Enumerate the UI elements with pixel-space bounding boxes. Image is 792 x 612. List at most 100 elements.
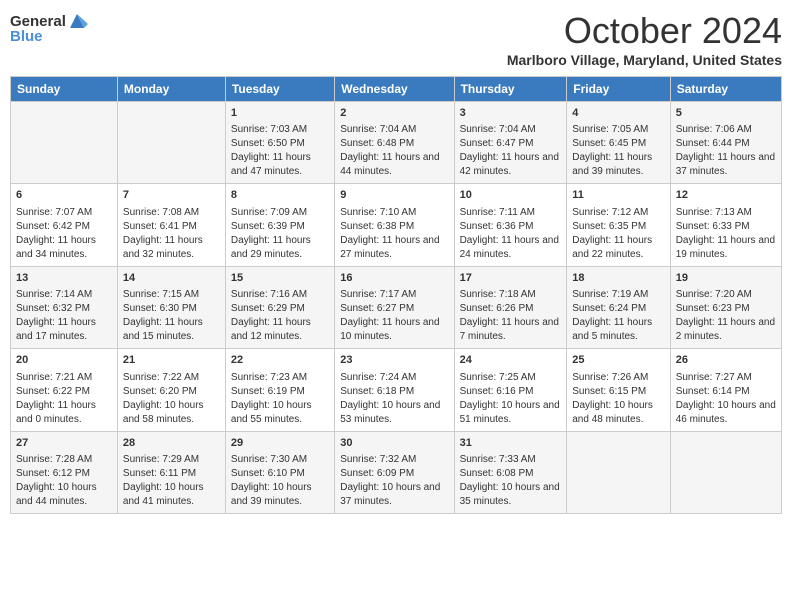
logo: General Blue xyxy=(10,10,88,45)
day-number: 26 xyxy=(676,353,776,368)
day-number: 30 xyxy=(340,436,448,451)
table-row: 18 Sunrise: 7:19 AMSunset: 6:24 PMDayligh… xyxy=(567,266,670,348)
table-row: 20 Sunrise: 7:21 AMSunset: 6:22 PMDayligh… xyxy=(11,349,118,431)
logo-icon xyxy=(66,10,88,32)
table-row: 9 Sunrise: 7:10 AMSunset: 6:38 PMDaylight… xyxy=(335,184,454,266)
table-row: 11 Sunrise: 7:12 AMSunset: 6:35 PMDayligh… xyxy=(567,184,670,266)
day-info: Sunrise: 7:10 AMSunset: 6:38 PMDaylight:… xyxy=(340,206,448,262)
table-row: 16Sunrise: 7:17 AMSunset: 6:27 PMDayligh… xyxy=(335,266,454,348)
day-number: 18 xyxy=(572,271,664,286)
day-number: 20 xyxy=(16,353,112,368)
day-number: 4 xyxy=(572,106,664,121)
day-number: 3 xyxy=(460,106,562,121)
day-number: 25 xyxy=(572,353,664,368)
day-number: 24 xyxy=(460,353,562,368)
header-tuesday: Tuesday xyxy=(225,77,334,102)
day-number: 5 xyxy=(676,106,776,121)
day-info: Sunrise: 7:07 AMSunset: 6:42 PMDaylight:… xyxy=(16,206,112,262)
header-wednesday: Wednesday xyxy=(335,77,454,102)
title-block: October 2024 Marlboro Village, Maryland,… xyxy=(507,10,782,68)
day-number: 22 xyxy=(231,353,329,368)
table-row: 1Sunrise: 7:03 AMSunset: 6:50 PMDaylight… xyxy=(225,102,334,184)
day-info: Sunrise: 7:18 AMSunset: 6:26 PMDaylight:… xyxy=(460,288,562,344)
day-number: 21 xyxy=(123,353,220,368)
day-number: 11 xyxy=(572,188,664,203)
table-row: 24 Sunrise: 7:25 AMSunset: 6:16 PMDayligh… xyxy=(454,349,567,431)
day-info: Sunrise: 7:26 AMSunset: 6:15 PMDaylight:… xyxy=(572,371,664,427)
table-row xyxy=(117,102,225,184)
table-row: 14 Sunrise: 7:15 AMSunset: 6:30 PMDayligh… xyxy=(117,266,225,348)
day-info: Sunrise: 7:05 AMSunset: 6:45 PMDaylight:… xyxy=(572,123,664,179)
day-number: 12 xyxy=(676,188,776,203)
day-info: Sunrise: 7:20 AMSunset: 6:23 PMDaylight:… xyxy=(676,288,776,344)
day-info: Sunrise: 7:30 AMSunset: 6:10 PMDaylight:… xyxy=(231,453,329,509)
calendar-week-row: 1Sunrise: 7:03 AMSunset: 6:50 PMDaylight… xyxy=(11,102,782,184)
table-row: 5 Sunrise: 7:06 AMSunset: 6:44 PMDaylight… xyxy=(670,102,781,184)
day-info: Sunrise: 7:12 AMSunset: 6:35 PMDaylight:… xyxy=(572,206,664,262)
calendar-week-row: 27 Sunrise: 7:28 AMSunset: 6:12 PMDayligh… xyxy=(11,431,782,513)
day-info: Sunrise: 7:25 AMSunset: 6:16 PMDaylight:… xyxy=(460,371,562,427)
day-number: 15 xyxy=(231,271,329,286)
day-info: Sunrise: 7:11 AMSunset: 6:36 PMDaylight:… xyxy=(460,206,562,262)
table-row: 12 Sunrise: 7:13 AMSunset: 6:33 PMDayligh… xyxy=(670,184,781,266)
table-row: 23Sunrise: 7:24 AMSunset: 6:18 PMDayligh… xyxy=(335,349,454,431)
day-info: Sunrise: 7:08 AMSunset: 6:41 PMDaylight:… xyxy=(123,206,220,262)
day-number: 9 xyxy=(340,188,448,203)
header-saturday: Saturday xyxy=(670,77,781,102)
location-title: Marlboro Village, Maryland, United State… xyxy=(507,52,782,68)
day-number: 19 xyxy=(676,271,776,286)
header-friday: Friday xyxy=(567,77,670,102)
day-info: Sunrise: 7:24 AMSunset: 6:18 PMDaylight:… xyxy=(340,371,448,427)
table-row: 4 Sunrise: 7:05 AMSunset: 6:45 PMDaylight… xyxy=(567,102,670,184)
day-number: 16 xyxy=(340,271,448,286)
table-row: 10 Sunrise: 7:11 AMSunset: 6:36 PMDayligh… xyxy=(454,184,567,266)
day-number: 8 xyxy=(231,188,329,203)
day-info: Sunrise: 7:14 AMSunset: 6:32 PMDaylight:… xyxy=(16,288,112,344)
table-row xyxy=(11,102,118,184)
day-info: Sunrise: 7:22 AMSunset: 6:20 PMDaylight:… xyxy=(123,371,220,427)
day-number: 14 xyxy=(123,271,220,286)
day-info: Sunrise: 7:29 AMSunset: 6:11 PMDaylight:… xyxy=(123,453,220,509)
day-info: Sunrise: 7:32 AMSunset: 6:09 PMDaylight:… xyxy=(340,453,448,509)
page-header: General Blue October 2024 Marlboro Villa… xyxy=(10,10,782,68)
table-row: 15 Sunrise: 7:16 AMSunset: 6:29 PMDayligh… xyxy=(225,266,334,348)
day-number: 29 xyxy=(231,436,329,451)
day-info: Sunrise: 7:19 AMSunset: 6:24 PMDaylight:… xyxy=(572,288,664,344)
day-info: Sunrise: 7:33 AMSunset: 6:08 PMDaylight:… xyxy=(460,453,562,509)
day-number: 28 xyxy=(123,436,220,451)
logo-blue: Blue xyxy=(10,28,43,45)
table-row xyxy=(567,431,670,513)
calendar-table: Sunday Monday Tuesday Wednesday Thursday… xyxy=(10,76,782,514)
day-info: Sunrise: 7:27 AMSunset: 6:14 PMDaylight:… xyxy=(676,371,776,427)
table-row: 21 Sunrise: 7:22 AMSunset: 6:20 PMDayligh… xyxy=(117,349,225,431)
day-info: Sunrise: 7:16 AMSunset: 6:29 PMDaylight:… xyxy=(231,288,329,344)
day-info: Sunrise: 7:21 AMSunset: 6:22 PMDaylight:… xyxy=(16,371,112,427)
day-number: 17 xyxy=(460,271,562,286)
table-row: 31Sunrise: 7:33 AMSunset: 6:08 PMDayligh… xyxy=(454,431,567,513)
day-info: Sunrise: 7:13 AMSunset: 6:33 PMDaylight:… xyxy=(676,206,776,262)
calendar-week-row: 13 Sunrise: 7:14 AMSunset: 6:32 PMDayligh… xyxy=(11,266,782,348)
day-number: 10 xyxy=(460,188,562,203)
day-number: 6 xyxy=(16,188,112,203)
table-row: 29 Sunrise: 7:30 AMSunset: 6:10 PMDayligh… xyxy=(225,431,334,513)
day-info: Sunrise: 7:06 AMSunset: 6:44 PMDaylight:… xyxy=(676,123,776,179)
day-info: Sunrise: 7:04 AMSunset: 6:47 PMDaylight:… xyxy=(460,123,562,179)
table-row: 28 Sunrise: 7:29 AMSunset: 6:11 PMDayligh… xyxy=(117,431,225,513)
table-row: 17 Sunrise: 7:18 AMSunset: 6:26 PMDayligh… xyxy=(454,266,567,348)
day-info: Sunrise: 7:28 AMSunset: 6:12 PMDaylight:… xyxy=(16,453,112,509)
day-number: 13 xyxy=(16,271,112,286)
calendar-week-row: 20 Sunrise: 7:21 AMSunset: 6:22 PMDayligh… xyxy=(11,349,782,431)
day-number: 27 xyxy=(16,436,112,451)
month-title: October 2024 xyxy=(507,10,782,52)
table-row: 6 Sunrise: 7:07 AMSunset: 6:42 PMDaylight… xyxy=(11,184,118,266)
table-row: 22Sunrise: 7:23 AMSunset: 6:19 PMDayligh… xyxy=(225,349,334,431)
day-number: 7 xyxy=(123,188,220,203)
table-row: 8 Sunrise: 7:09 AMSunset: 6:39 PMDaylight… xyxy=(225,184,334,266)
day-info: Sunrise: 7:15 AMSunset: 6:30 PMDaylight:… xyxy=(123,288,220,344)
logo-general: General xyxy=(10,13,66,30)
day-info: Sunrise: 7:09 AMSunset: 6:39 PMDaylight:… xyxy=(231,206,329,262)
table-row: 3 Sunrise: 7:04 AMSunset: 6:47 PMDaylight… xyxy=(454,102,567,184)
table-row: 25 Sunrise: 7:26 AMSunset: 6:15 PMDayligh… xyxy=(567,349,670,431)
table-row: 26 Sunrise: 7:27 AMSunset: 6:14 PMDayligh… xyxy=(670,349,781,431)
header-monday: Monday xyxy=(117,77,225,102)
